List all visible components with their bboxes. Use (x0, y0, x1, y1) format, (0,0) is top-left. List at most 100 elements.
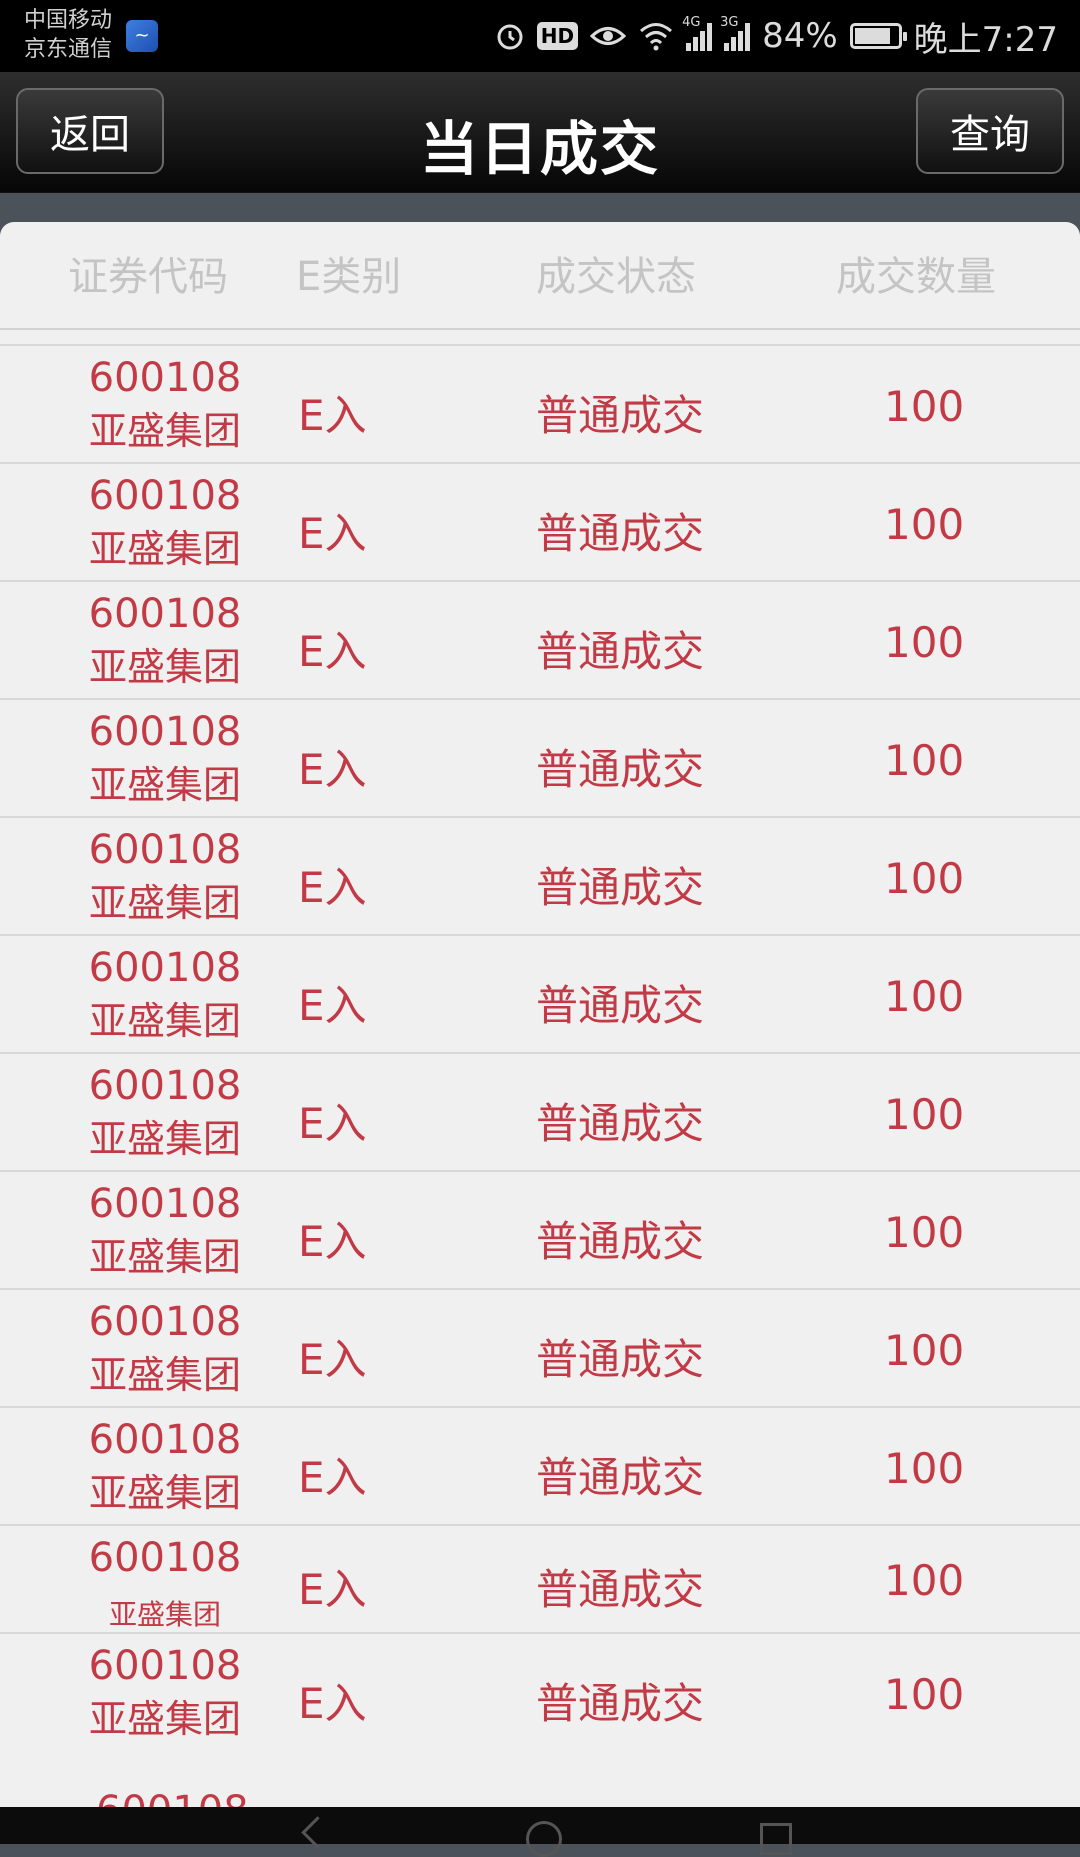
security-name: 亚盛集团 (88, 527, 241, 571)
nav-home-icon[interactable] (526, 1821, 562, 1857)
trade-type: E入 (298, 981, 367, 1030)
battery-percent: 84% (762, 16, 838, 56)
header-security-code: 证券代码 (68, 254, 228, 300)
trade-quantity: 100 (884, 854, 965, 903)
trade-quantity: 100 (884, 736, 965, 785)
trade-quantity: 100 (884, 1208, 965, 1257)
trade-status: 普通成交 (536, 1565, 705, 1614)
trade-type: E入 (298, 745, 367, 794)
trade-status: 普通成交 (536, 863, 705, 912)
signal-icon: 4G (682, 15, 713, 51)
security-code: 600108 (88, 1063, 242, 1109)
trade-status: 普通成交 (536, 627, 705, 676)
trade-status: 普通成交 (536, 391, 705, 440)
trade-type: E入 (298, 863, 367, 912)
security-name: 亚盛集团 (88, 881, 241, 925)
system-nav-bar (0, 1807, 1080, 1857)
trade-type: E入 (298, 391, 367, 440)
table-header: 证券代码 E类别 成交状态 成交数量 (0, 222, 1080, 330)
trade-status: 普通成交 (536, 745, 705, 794)
carrier-info: 中国移动 京东通信 (24, 6, 112, 64)
header-quantity: 成交数量 (836, 254, 996, 300)
eye-icon (590, 23, 627, 49)
wifi-icon (638, 21, 674, 51)
security-name: 亚盛集团 (88, 1117, 241, 1161)
table-row[interactable]: 600108 亚盛集团 E入 普通成交 100 (0, 580, 1080, 698)
table-row[interactable]: 600108 亚盛集团 E入 普通成交 100 (0, 1406, 1080, 1524)
security-code: 600108 (88, 1299, 242, 1345)
security-code: 600108 (88, 1417, 242, 1463)
trade-type: E入 (298, 1453, 367, 1502)
trade-quantity: 100 (884, 382, 965, 431)
trade-type: E入 (298, 1565, 367, 1614)
security-name: 亚盛集团 (88, 645, 241, 689)
trades-table[interactable]: 证券代码 E类别 成交状态 成交数量 600108 亚盛集团 E入 普通成交 100 60… (0, 222, 1080, 1807)
nav-recents-icon[interactable] (760, 1823, 792, 1855)
app-notification-icon: ~ (126, 20, 158, 52)
security-code: 600108 (88, 1535, 242, 1581)
table-row[interactable]: 600108 亚盛集团 E入 普通成交 100 (0, 462, 1080, 580)
security-name: 亚盛集团 (88, 1471, 241, 1515)
trade-status: 普通成交 (536, 1099, 705, 1148)
table-row[interactable]: 600108 亚盛集团 E入 普通成交 100 (0, 816, 1080, 934)
status-bar: 中国移动 京东通信 ~ HD 4G 3G 84% 晚上7:27 (0, 0, 1080, 72)
security-name: 亚盛集团 (88, 1353, 241, 1397)
security-code: 600108 (88, 473, 242, 519)
security-code: 600108 (88, 1643, 242, 1689)
trade-quantity: 100 (884, 1444, 965, 1493)
battery-icon (849, 23, 907, 49)
trade-quantity: 100 (884, 1556, 965, 1605)
trade-quantity: 100 (884, 1326, 965, 1375)
security-name: 亚盛集团 (88, 763, 241, 807)
network-type-1: 4G (682, 15, 701, 30)
trade-status: 普通成交 (536, 1453, 705, 1502)
table-row[interactable]: 600108 亚盛集团 E入 普通成交 100 (0, 344, 1080, 462)
carrier-name-2: 京东通信 (24, 37, 113, 62)
security-code: 600108 (88, 945, 242, 991)
trade-status: 普通成交 (536, 1217, 705, 1266)
trade-type: E入 (298, 1679, 367, 1728)
signal-icon-2: 3G (720, 15, 751, 51)
header-status: 成交状态 (536, 254, 696, 300)
table-body: 600108 亚盛集团 E入 普通成交 100 600108 亚盛集团 E入 普通成交 100 60… (0, 344, 1080, 1750)
trade-quantity: 100 (884, 972, 965, 1021)
security-code: 600108 (88, 355, 242, 401)
table-row[interactable]: 600108 亚盛集团 E入 普通成交 100 (0, 1288, 1080, 1406)
trade-status: 普通成交 (536, 981, 705, 1030)
security-code: 600108 (88, 591, 242, 637)
table-row[interactable]: 600108 亚盛集团 E入 普通成交 100 (0, 1052, 1080, 1170)
network-type-2: 3G (720, 15, 739, 30)
carrier-name-1: 中国移动 (24, 8, 113, 33)
trade-quantity: 100 (884, 618, 965, 667)
trade-status: 普通成交 (536, 1335, 705, 1384)
table-row[interactable]: 600108 亚盛集团 E入 普通成交 100 (0, 1632, 1080, 1750)
trade-type: E入 (298, 1335, 367, 1384)
security-name: 亚盛集团 (88, 999, 241, 1043)
table-row[interactable]: 600108 亚盛集团 E入 普通成交 100 (0, 698, 1080, 816)
trade-type: E入 (298, 1099, 367, 1148)
table-row[interactable]: 600108 亚盛集团 E入 普通成交 100 (0, 1524, 1080, 1632)
trade-status: 普通成交 (536, 1679, 705, 1728)
security-name: 亚盛集团 (88, 1697, 241, 1741)
partial-row-code: 600108 (96, 1788, 249, 1807)
header-type: E类别 (296, 254, 402, 300)
security-name: 亚盛集团 (88, 409, 241, 453)
trade-status: 普通成交 (536, 509, 705, 558)
table-row[interactable]: 600108 亚盛集团 E入 普通成交 100 (0, 934, 1080, 1052)
query-button[interactable]: 查询 (916, 88, 1064, 174)
trade-quantity: 100 (884, 1090, 965, 1139)
status-icons: HD 4G 3G 84% 晚上7:27 (495, 0, 1058, 72)
trade-quantity: 100 (884, 500, 965, 549)
table-row[interactable]: 600108 亚盛集团 E入 普通成交 100 (0, 1170, 1080, 1288)
title-bar: 返回 当日成交 查询 (0, 72, 1080, 193)
trade-type: E入 (298, 1217, 367, 1266)
trade-type: E入 (298, 627, 367, 676)
security-code: 600108 (88, 709, 242, 755)
trade-quantity: 100 (884, 1670, 965, 1719)
trade-type: E入 (298, 509, 367, 558)
alarm-icon (495, 21, 525, 51)
hd-icon: HD (536, 22, 579, 50)
security-name: 亚盛集团 (88, 1235, 241, 1279)
security-code: 600108 (88, 1181, 242, 1227)
security-code: 600108 (88, 827, 242, 873)
